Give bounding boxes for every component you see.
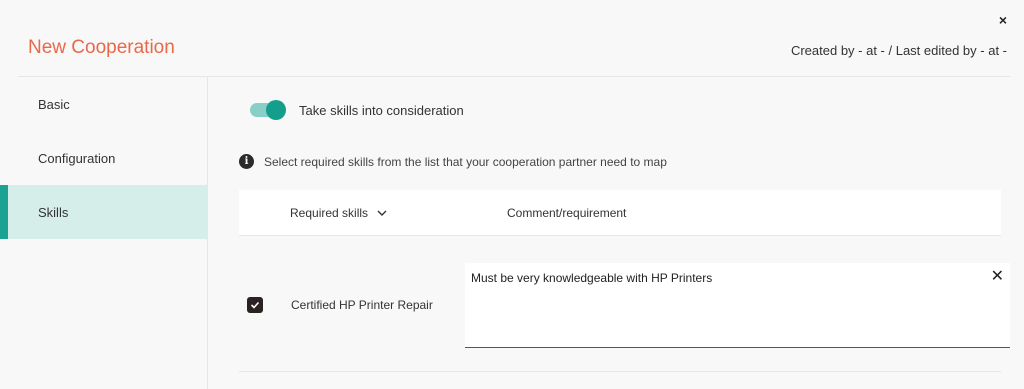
clear-icon[interactable]: ✕ <box>991 269 1004 285</box>
skills-toggle-label: Take skills into consideration <box>299 102 464 118</box>
required-skills-column-header[interactable]: Required skills <box>290 206 387 220</box>
sidebar-item-configuration[interactable]: Configuration <box>0 131 207 185</box>
sidebar-item-label: Configuration <box>38 150 116 166</box>
sidebar-item-label: Skills <box>38 204 69 220</box>
comment-text: Must be very knowledgeable with HP Print… <box>471 271 713 285</box>
skills-panel: Take skills into consideration i Select … <box>209 77 1024 389</box>
comment-column-header: Comment/requirement <box>507 206 627 220</box>
column-label: Required skills <box>290 206 369 220</box>
sidebar: Basic Configuration Skills <box>0 77 208 389</box>
skill-checkbox[interactable] <box>247 297 263 313</box>
comment-input[interactable]: Must be very knowledgeable with HP Print… <box>465 263 1010 348</box>
skills-toggle[interactable] <box>250 100 286 120</box>
dialog-title: New Cooperation <box>28 37 175 58</box>
toggle-knob <box>266 100 286 120</box>
info-icon: i <box>239 154 254 169</box>
skills-toggle-row: Take skills into consideration <box>250 100 464 120</box>
skill-name: Certified HP Printer Repair <box>291 298 433 312</box>
sidebar-item-label: Basic <box>38 96 70 112</box>
table-row: Certified HP Printer Repair Must be very… <box>239 237 1010 372</box>
close-icon[interactable]: × <box>999 12 1007 28</box>
dialog-header: New Cooperation Created by - at - / Last… <box>0 0 1024 76</box>
sidebar-item-skills[interactable]: Skills <box>0 185 207 239</box>
sidebar-item-basic[interactable]: Basic <box>0 77 207 131</box>
created-edited-info: Created by - at - / Last edited by - at … <box>790 43 1007 58</box>
skills-table-header: Required skills Comment/requirement <box>239 190 1001 236</box>
check-icon <box>250 301 260 309</box>
chevron-down-icon <box>377 210 387 216</box>
info-message: i Select required skills from the list t… <box>239 154 667 169</box>
info-text: Select required skills from the list tha… <box>264 154 667 169</box>
